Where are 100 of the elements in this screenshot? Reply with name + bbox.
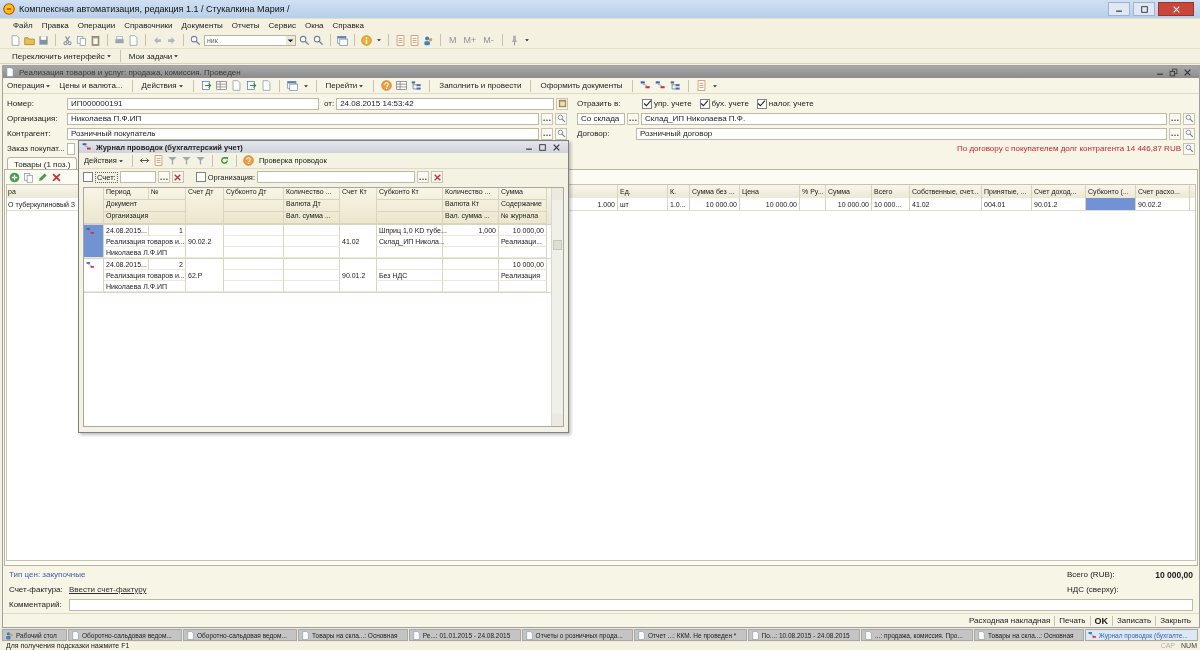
menu-item[interactable]: Правка <box>40 21 70 30</box>
menu-item[interactable]: Сервис <box>267 21 297 30</box>
help-icon[interactable] <box>242 155 254 166</box>
clear-button[interactable] <box>431 171 443 183</box>
maximize-button[interactable] <box>537 141 548 153</box>
delete-icon[interactable] <box>51 171 62 183</box>
price-type-link[interactable]: Тип цен: закупочные <box>9 570 86 579</box>
sheet-icon[interactable] <box>695 80 707 91</box>
toolbar-button[interactable]: Заполнить и провести <box>437 81 524 90</box>
funnel-icon[interactable] <box>166 155 178 166</box>
action-button[interactable]: Печать <box>1055 616 1090 625</box>
refresh-icon[interactable] <box>218 155 230 166</box>
select-button[interactable] <box>541 112 553 125</box>
action-button[interactable]: Расходная накладная <box>965 616 1055 625</box>
sheet-icon[interactable] <box>395 34 406 46</box>
page-icon[interactable] <box>260 80 272 91</box>
search-icon[interactable] <box>190 34 201 46</box>
page-icon[interactable] <box>10 34 21 46</box>
panel-button[interactable]: Переключить интерфейс <box>10 51 114 61</box>
row-marker[interactable] <box>84 225 104 258</box>
toolbar-button[interactable]: Операция <box>5 81 54 90</box>
window-icon[interactable] <box>337 34 348 46</box>
undo-icon[interactable] <box>152 34 163 46</box>
table-icon[interactable] <box>396 80 408 91</box>
table-cell[interactable] <box>1086 198 1136 210</box>
scrollbar[interactable] <box>551 188 563 426</box>
search-icon[interactable] <box>313 34 324 46</box>
checkbox[interactable] <box>83 172 93 182</box>
table-icon[interactable] <box>215 80 227 91</box>
floppy-icon[interactable] <box>38 34 49 46</box>
posting-icon[interactable] <box>639 80 651 91</box>
page-icon[interactable] <box>128 34 139 46</box>
checkbox[interactable] <box>699 98 710 109</box>
checkbox[interactable] <box>642 98 652 109</box>
organization-field[interactable]: Николаева П.Ф.ИП <box>67 112 539 125</box>
row-marker[interactable] <box>84 259 104 292</box>
menu-item[interactable]: Документы <box>180 21 224 30</box>
select-button[interactable] <box>157 171 170 183</box>
toolbar-button[interactable]: Перейти <box>323 81 367 90</box>
filter-field[interactable] <box>119 171 156 183</box>
page-icon[interactable] <box>230 80 242 91</box>
menu-item[interactable]: Операции <box>76 21 117 30</box>
counterparty-field[interactable]: Розничный покупатель <box>67 127 539 140</box>
funnel-icon[interactable] <box>180 155 192 166</box>
filter-field[interactable] <box>257 171 415 183</box>
order-field[interactable] <box>67 142 75 155</box>
add-icon[interactable] <box>9 171 20 183</box>
help-icon[interactable] <box>381 80 393 91</box>
folder-icon[interactable] <box>24 34 35 46</box>
calendar-button[interactable] <box>556 97 569 110</box>
source-selector[interactable]: Со склада <box>577 112 625 125</box>
date-field[interactable]: 24.08.2015 14:53:42 <box>336 97 555 110</box>
maximize-button[interactable] <box>1133 2 1155 16</box>
double-arrow-icon[interactable] <box>138 155 150 166</box>
dropdown-button[interactable] <box>286 35 295 45</box>
scissors-icon[interactable] <box>62 34 73 46</box>
search-icon[interactable] <box>299 34 310 46</box>
checkbox[interactable] <box>756 98 767 109</box>
funnel-icon[interactable] <box>194 155 206 166</box>
tree-icon[interactable] <box>411 80 423 91</box>
menu-item[interactable]: Отчеты <box>230 21 261 30</box>
printer-icon[interactable] <box>114 34 125 46</box>
invoice-link[interactable]: Ввести счет-фактуру <box>69 585 147 594</box>
menu-item[interactable]: Файл <box>12 21 34 30</box>
toolbar-button[interactable]: Оформить документы <box>538 81 625 90</box>
posting-icon[interactable] <box>654 80 666 91</box>
select-button[interactable] <box>1169 127 1181 140</box>
action-button[interactable]: OK <box>1090 615 1112 626</box>
select-button[interactable] <box>1169 112 1181 125</box>
checkbox[interactable] <box>195 172 206 182</box>
restore-button[interactable] <box>1168 66 1179 78</box>
search-button[interactable] <box>555 112 567 125</box>
tree-icon[interactable] <box>669 80 681 91</box>
warehouse-field[interactable]: Склад_ИП Николаева П.Ф. <box>641 112 1167 125</box>
minimize-button[interactable] <box>1108 2 1130 16</box>
search-button[interactable] <box>1183 127 1195 140</box>
window-icon[interactable] <box>286 80 298 91</box>
tab[interactable]: Товары (1 поз.) <box>7 157 78 169</box>
sheet-icon[interactable] <box>409 34 420 46</box>
info-icon[interactable] <box>361 34 372 46</box>
menu-item[interactable]: Справочники <box>123 21 174 30</box>
contract-field[interactable]: Розничный договор <box>636 127 1167 140</box>
menu-item[interactable]: Справка <box>331 21 365 30</box>
panel-button[interactable]: Мои задачи <box>126 51 182 61</box>
action-button[interactable]: Закрыть <box>1156 616 1195 625</box>
pencil-icon[interactable] <box>37 171 48 183</box>
copy-icon[interactable] <box>23 171 34 183</box>
number-field[interactable]: ИП000000191 <box>67 97 319 110</box>
people-icon[interactable] <box>423 34 434 46</box>
toolbar-button[interactable]: Действия <box>139 81 186 90</box>
search-button[interactable] <box>1183 142 1195 155</box>
menu-item[interactable]: Окна <box>303 21 325 30</box>
search-button[interactable] <box>1183 112 1195 125</box>
select-button[interactable] <box>417 171 429 183</box>
comment-field[interactable] <box>69 598 1193 611</box>
action-button[interactable]: Записать <box>1113 616 1156 625</box>
clear-button[interactable] <box>171 171 184 183</box>
toolbar-button[interactable]: Цены и валюта... <box>57 81 125 90</box>
copy-icon[interactable] <box>76 34 87 46</box>
clipboard-icon[interactable] <box>90 34 101 46</box>
